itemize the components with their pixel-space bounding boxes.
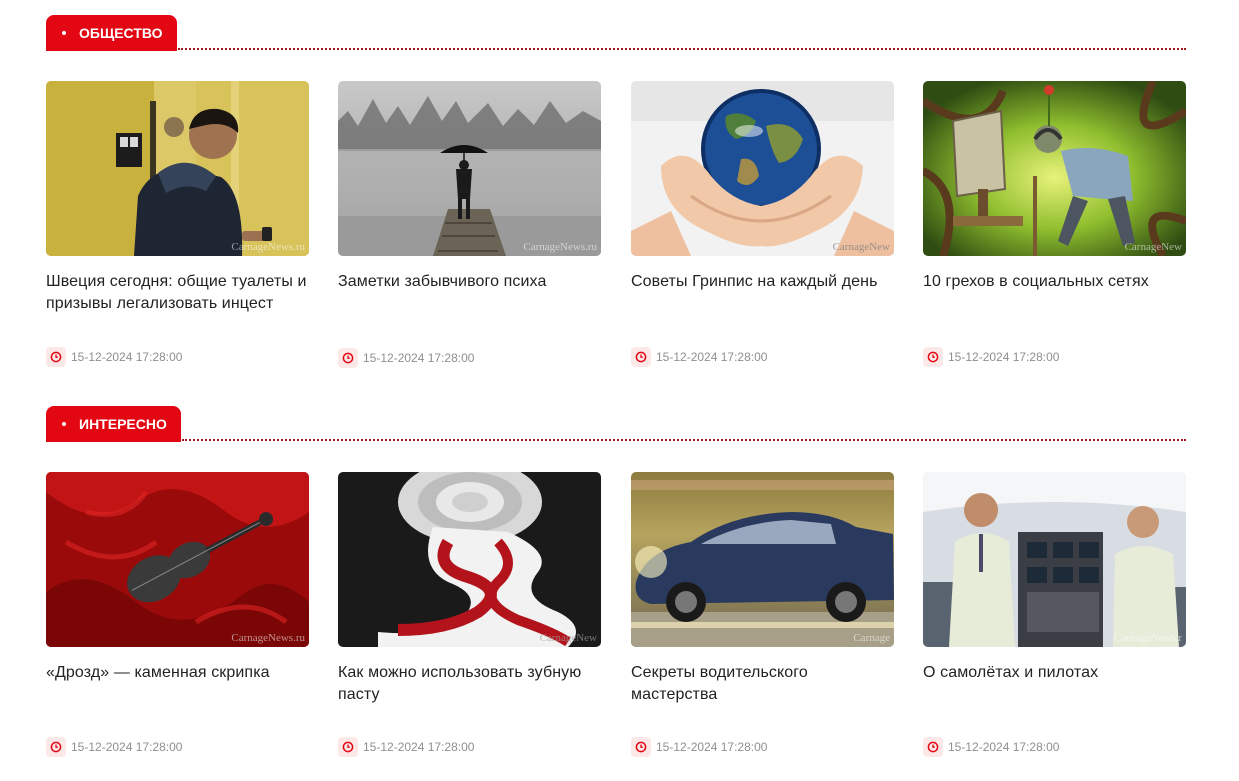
card-meta: 15-12-2024 17:28:00 xyxy=(631,737,767,757)
section-divider xyxy=(178,48,1186,50)
card-grid: CarnageNews.ru «Дрозд» — каменная скрипк… xyxy=(46,472,1186,772)
section-title: ОБЩЕСТВО xyxy=(79,25,163,41)
watermark: CarnageNews.ru xyxy=(523,241,597,253)
card-meta: 15-12-2024 17:28:00 xyxy=(338,348,474,368)
bullet-icon xyxy=(62,422,66,427)
news-card: CarnageNews.ru Швеция сегодня: общие туа… xyxy=(46,81,309,367)
watermark: CarnageNew xyxy=(539,632,597,644)
card-meta: 15-12-2024 17:28:00 xyxy=(923,347,1059,367)
card-image[interactable]: CarnageNew xyxy=(338,472,601,647)
card-date: 15-12-2024 17:28:00 xyxy=(71,740,183,754)
card-title[interactable]: «Дрозд» — каменная скрипка xyxy=(46,662,309,684)
bullet-icon xyxy=(62,31,66,36)
card-title[interactable]: Советы Гринпис на каждый день xyxy=(631,271,894,293)
photo-toilet xyxy=(46,81,309,256)
news-card: CarnageNew 10 грехов в социальных сетях … xyxy=(923,81,1186,367)
card-image[interactable]: CarnageNews.ru xyxy=(46,81,309,256)
card-image[interactable]: CarnageNews.ru xyxy=(338,81,601,256)
card-title[interactable]: Секреты водительского мастерства xyxy=(631,662,894,706)
clock-icon xyxy=(923,737,943,757)
card-date: 15-12-2024 17:28:00 xyxy=(948,740,1060,754)
news-card: CarnageNews.ru Заметки забывчивого психа… xyxy=(338,81,601,368)
clock-icon xyxy=(46,347,66,367)
photo-social-sins xyxy=(923,81,1186,256)
news-card: CarnageNews.r О самолётах и пилотах 15-1… xyxy=(923,472,1186,757)
card-image[interactable]: CarnageNews.ru xyxy=(46,472,309,647)
news-card: CarnageNew Советы Гринпис на каждый день… xyxy=(631,81,894,367)
clock-icon xyxy=(631,347,651,367)
card-image[interactable]: CarnageNews.r xyxy=(923,472,1186,647)
card-title[interactable]: Швеция сегодня: общие туалеты и призывы … xyxy=(46,271,309,315)
clock-icon xyxy=(338,737,358,757)
card-meta: 15-12-2024 17:28:00 xyxy=(46,737,182,757)
card-meta: 15-12-2024 17:28:00 xyxy=(631,347,767,367)
photo-globe xyxy=(631,81,894,256)
card-date: 15-12-2024 17:28:00 xyxy=(71,350,183,364)
card-image[interactable]: CarnageNew xyxy=(923,81,1186,256)
news-card: CarnageNews.ru «Дрозд» — каменная скрипк… xyxy=(46,472,309,757)
photo-violin xyxy=(46,472,309,647)
watermark: Carnage xyxy=(853,632,890,644)
card-meta: 15-12-2024 17:28:00 xyxy=(338,737,474,757)
card-date: 15-12-2024 17:28:00 xyxy=(363,351,475,365)
card-grid: CarnageNews.ru Швеция сегодня: общие туа… xyxy=(46,81,1186,381)
card-title[interactable]: О самолётах и пилотах xyxy=(923,662,1186,684)
section-header: ИНТЕРЕСНО xyxy=(46,406,1186,442)
section-interesting: ИНТЕРЕСНО CarnageNews.ru «Дрозд» — камен… xyxy=(46,406,1186,757)
watermark: CarnageNews.ru xyxy=(231,241,305,253)
card-image[interactable]: CarnageNew xyxy=(631,81,894,256)
clock-icon xyxy=(338,348,358,368)
photo-toothpaste xyxy=(338,472,601,647)
clock-icon xyxy=(46,737,66,757)
card-date: 15-12-2024 17:28:00 xyxy=(656,350,768,364)
card-date: 15-12-2024 17:28:00 xyxy=(656,740,768,754)
section-title: ИНТЕРЕСНО xyxy=(79,416,167,432)
card-meta: 15-12-2024 17:28:00 xyxy=(46,347,182,367)
section-tab-society[interactable]: ОБЩЕСТВО xyxy=(46,15,177,51)
photo-car xyxy=(631,472,894,647)
watermark: CarnageNews.ru xyxy=(231,632,305,644)
card-date: 15-12-2024 17:28:00 xyxy=(363,740,475,754)
section-header: ОБЩЕСТВО xyxy=(46,15,1186,51)
news-card: CarnageNew Как можно использовать зубную… xyxy=(338,472,601,757)
section-society: ОБЩЕСТВО CarnageNews.ru Швеция сегодня: … xyxy=(46,15,1186,368)
card-title[interactable]: Заметки забывчивого психа xyxy=(338,271,601,293)
watermark: CarnageNew xyxy=(832,241,890,253)
card-date: 15-12-2024 17:28:00 xyxy=(948,350,1060,364)
card-title[interactable]: Как можно использовать зубную пасту xyxy=(338,662,601,706)
card-image[interactable]: Carnage xyxy=(631,472,894,647)
watermark: CarnageNew xyxy=(1124,241,1182,253)
watermark: CarnageNews.r xyxy=(1113,632,1182,644)
photo-umbrella xyxy=(338,81,601,256)
card-meta: 15-12-2024 17:28:00 xyxy=(923,737,1059,757)
news-card: Carnage Секреты водительского мастерства… xyxy=(631,472,894,757)
section-tab-interesting[interactable]: ИНТЕРЕСНО xyxy=(46,406,181,442)
section-divider xyxy=(182,439,1186,441)
photo-pilots xyxy=(923,472,1186,647)
card-title[interactable]: 10 грехов в социальных сетях xyxy=(923,271,1186,293)
clock-icon xyxy=(923,347,943,367)
clock-icon xyxy=(631,737,651,757)
